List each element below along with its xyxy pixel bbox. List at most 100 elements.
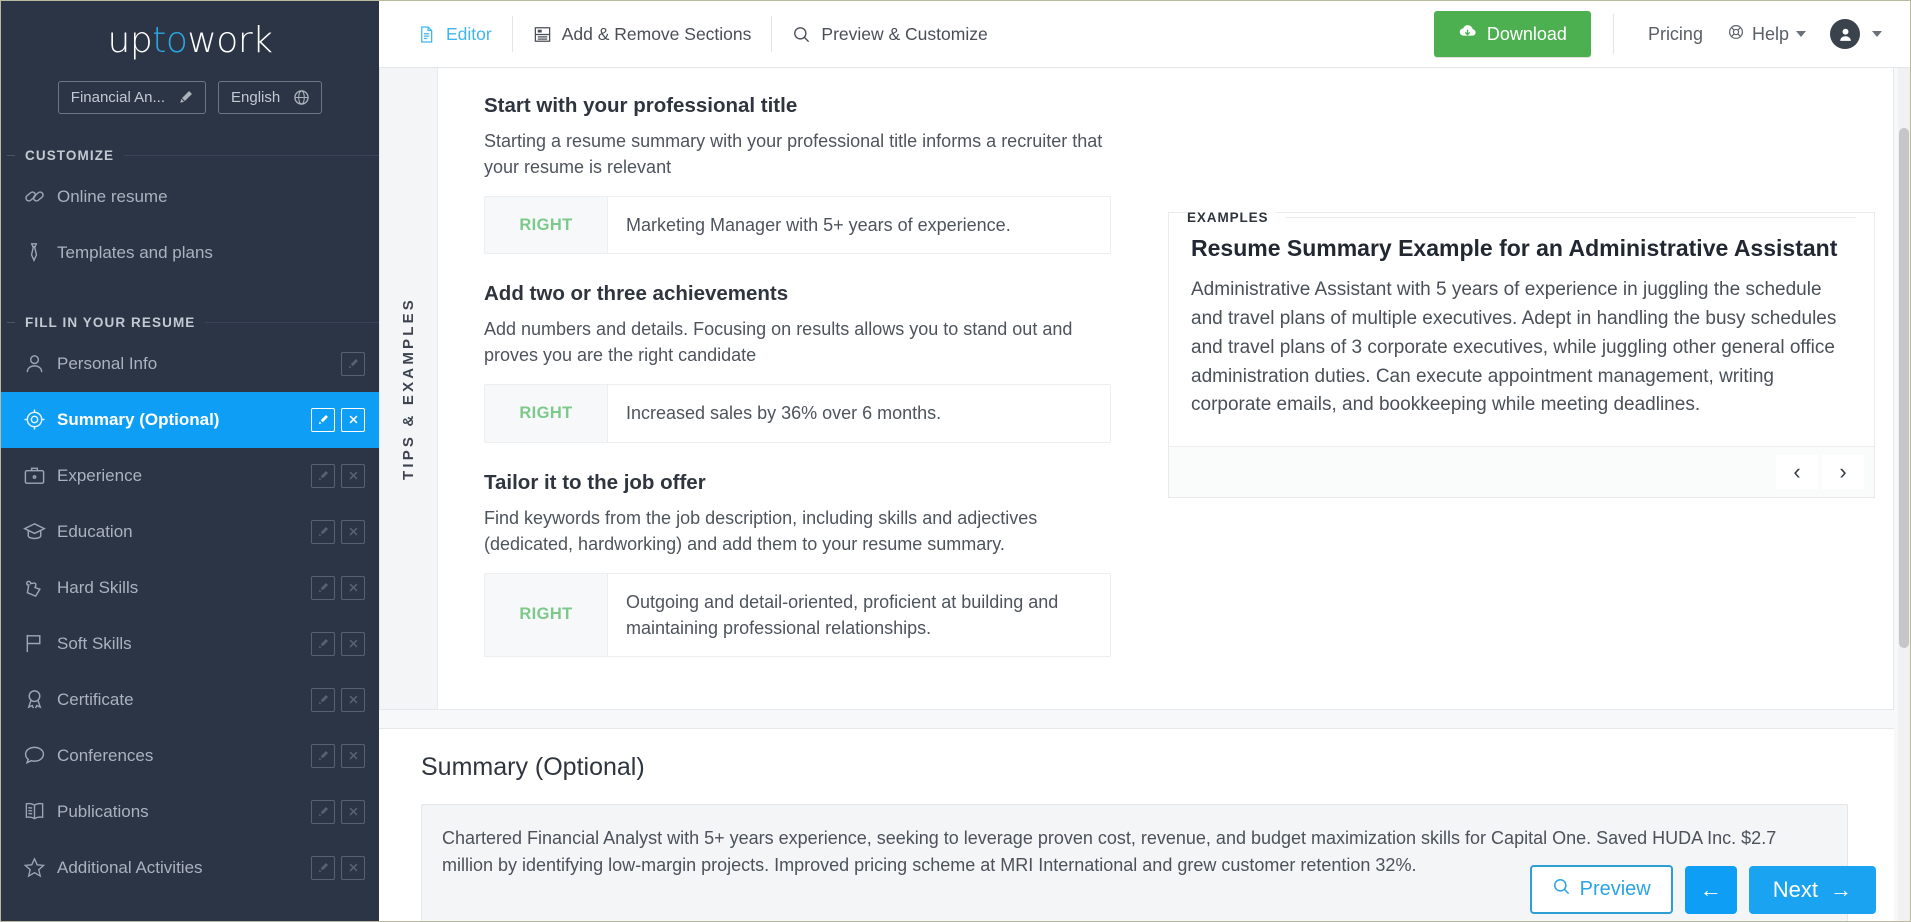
content-scrollbar[interactable] [1898,68,1910,921]
link-icon [23,185,57,208]
right-badge: RIGHT [519,605,573,624]
edit-button[interactable] [311,463,335,488]
layout-sections-icon [533,25,552,44]
carousel-prev-button[interactable]: ‹ [1776,455,1818,490]
remove-button[interactable] [341,407,365,432]
remove-button[interactable] [341,463,365,488]
account-menu[interactable] [1818,19,1894,49]
search-icon [792,25,811,44]
sidebar-item-conferences[interactable]: Conferences [1,728,379,784]
remove-button[interactable] [341,519,365,544]
lifebuoy-icon [1727,23,1745,46]
remove-button[interactable] [341,631,365,656]
examples-header-rule [1286,217,1856,218]
sidebar-item-additional-activities[interactable]: Additional Activities [1,840,379,896]
search-icon [1552,877,1571,902]
sidebar-item-hard-skills[interactable]: Hard Skills [1,560,379,616]
tip-description: Starting a resume summary with your prof… [484,131,1103,178]
sidebar-item-publications[interactable]: Publications [1,784,379,840]
avatar [1830,19,1860,49]
sidebar-item-label: Hard Skills [57,577,139,597]
language-button[interactable]: English [218,80,323,114]
back-button[interactable]: ← [1684,865,1737,914]
edit-button[interactable] [311,407,335,432]
scrollbar-thumb[interactable] [1899,128,1909,648]
sidebar-item-education[interactable]: Education [1,504,379,560]
sidebar-pill-row: Financial An... English [1,80,379,114]
document-icon [417,25,436,44]
tips-and-examples-panel: TIPS & EXAMPLES Start with your professi… [379,68,1894,710]
preview-label: Preview [1579,878,1651,900]
app-window: uptowork Financial An... English CUSTOMI… [0,0,1911,922]
sidebar-item-templates-and-plans[interactable]: Templates and plans [1,225,379,281]
edit-button[interactable] [311,575,335,600]
sidebar-item-label: Certificate [57,689,134,709]
globe-icon [294,89,309,105]
tab-add-remove-sections[interactable]: Add & Remove Sections [513,16,773,52]
examples-card: EXAMPLES Resume Summary Example for an A… [1168,210,1875,499]
tip-example-text: Outgoing and detail-oriented, proficient… [607,573,1110,656]
logo: uptowork [1,1,379,71]
remove-button[interactable] [341,575,365,600]
edit-button[interactable] [311,743,335,768]
sidebar-group-title-customize: CUSTOMIZE [1,148,379,163]
carousel-next-button[interactable]: › [1822,455,1864,490]
sidebar-item-personal-info[interactable]: Personal Info [1,336,379,392]
right-badge: RIGHT [519,404,573,423]
edit-button[interactable] [311,631,335,656]
pricing-link[interactable]: Pricing [1636,24,1715,45]
sidebar-item-soft-skills[interactable]: Soft Skills [1,616,379,672]
tie-icon [23,242,57,264]
remove-button[interactable] [341,799,365,824]
sidebar-item-experience[interactable]: Experience [1,448,379,504]
tip-title: Add two or three achievements [484,282,789,306]
topbar-tabs: Editor Add & Remove Sections Preview & C… [397,1,1008,67]
tips-body: Start with your professional title Start… [438,68,1893,709]
row-actions [311,407,365,432]
resume-name-button[interactable]: Financial An... [57,80,206,114]
sidebar-item-label: Publications [57,801,149,821]
help-label: Help [1751,23,1789,44]
examples-carousel-nav: ‹ › [1169,446,1874,498]
graduation-cap-icon [23,520,57,543]
edit-button[interactable] [311,799,335,824]
edit-button[interactable] [311,687,335,712]
next-button[interactable]: Next → [1748,865,1876,914]
tip-entry: Add two or three achievements Add number… [484,282,1122,443]
briefcase-icon [23,464,57,487]
sidebar-item-summary[interactable]: Summary (Optional) [1,391,379,448]
sidebar-item-label: Education [57,521,133,541]
help-menu[interactable]: Help [1715,23,1818,46]
topbar-divider [1612,14,1614,54]
tips-tab-strip[interactable]: TIPS & EXAMPLES [380,68,438,709]
tip-description: Add numbers and details. Focusing on res… [484,319,1073,366]
edit-button[interactable] [341,351,365,376]
edit-button[interactable] [311,855,335,880]
main-area: Editor Add & Remove Sections Preview & C… [379,1,1910,921]
row-actions [311,463,365,488]
tab-label: Editor [446,23,492,44]
tip-example-text: Marketing Manager with 5+ years of exper… [607,197,1110,254]
sidebar-item-label: Online resume [57,186,168,206]
content-scroll-area[interactable]: TIPS & EXAMPLES Start with your professi… [379,68,1910,921]
tip-title: Start with your professional title [484,94,798,117]
sidebar-item-label: Templates and plans [57,242,213,262]
sidebar-item-label: Summary (Optional) [57,409,220,429]
tip-example-text: Increased sales by 36% over 6 months. [607,385,1110,442]
tab-preview-customize[interactable]: Preview & Customize [772,16,1007,52]
remove-button[interactable] [341,743,365,768]
chevron-down-icon [1872,31,1882,37]
tip-entry: Tailor it to the job offer Find keywords… [484,471,1122,657]
tab-label: Preview & Customize [821,23,988,44]
remove-button[interactable] [341,855,365,880]
edit-button[interactable] [311,519,335,544]
sidebar-item-online-resume[interactable]: Online resume [1,169,379,225]
action-bar: Preview ← Next → [1529,865,1876,914]
tab-editor[interactable]: Editor [397,16,513,52]
preview-button[interactable]: Preview [1529,865,1673,914]
download-button[interactable]: Download [1433,11,1591,57]
tip-example-box: RIGHT Marketing Manager with 5+ years of… [484,196,1111,255]
chevron-down-icon [1796,31,1806,37]
sidebar-item-certificate[interactable]: Certificate [1,672,379,728]
remove-button[interactable] [341,687,365,712]
